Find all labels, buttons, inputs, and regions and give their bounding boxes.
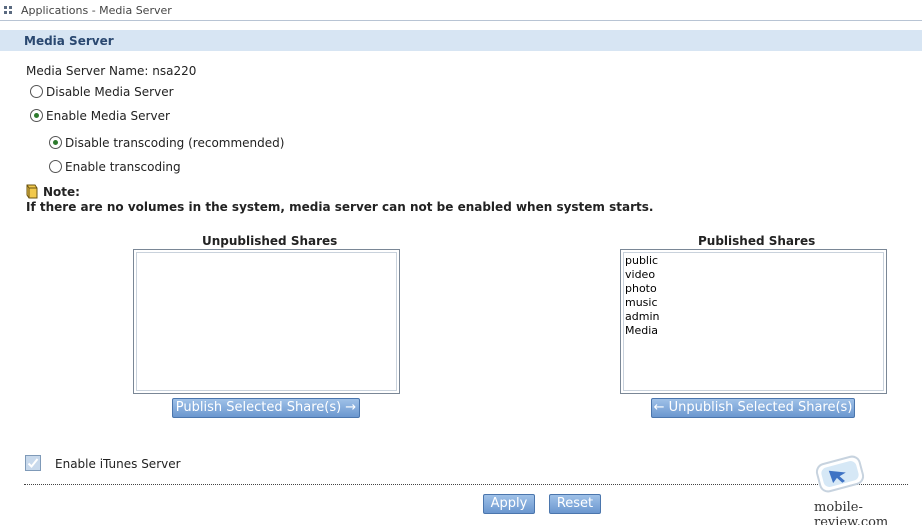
unpublished-shares-header: Unpublished Shares — [202, 234, 338, 248]
grid-icon — [4, 6, 12, 14]
radio-label-disable-media-server: Disable Media Server — [46, 85, 174, 99]
listbox-inner — [136, 252, 397, 391]
list-item[interactable]: music — [625, 296, 658, 309]
list-item[interactable]: photo — [625, 282, 657, 295]
list-item[interactable]: public — [625, 254, 658, 267]
note-title: Note: — [43, 185, 80, 199]
section-title: Media Server — [24, 34, 114, 48]
checkmark-icon — [27, 458, 39, 468]
radio-enable-transcoding[interactable] — [49, 160, 62, 173]
radio-disable-transcoding[interactable] — [49, 136, 62, 149]
published-shares-list[interactable]: public video photo music admin Media — [620, 249, 887, 394]
listbox-inner — [623, 252, 884, 391]
section-header: Media Server — [0, 30, 922, 51]
note-text: If there are no volumes in the system, m… — [26, 200, 654, 214]
radio-label-disable-transcoding: Disable transcoding (recommended) — [65, 136, 285, 150]
radio-label-enable-media-server: Enable Media Server — [46, 109, 170, 123]
note-icon — [25, 184, 39, 199]
itunes-server-checkbox[interactable] — [25, 455, 41, 471]
unpublished-shares-list[interactable] — [133, 249, 400, 394]
apply-button[interactable]: Apply — [483, 494, 535, 514]
radio-disable-media-server[interactable] — [30, 85, 43, 98]
list-item[interactable]: video — [625, 268, 655, 281]
list-item[interactable]: Media — [625, 324, 658, 337]
media-server-name: Media Server Name: nsa220 — [26, 64, 197, 78]
reset-button[interactable]: Reset — [549, 494, 601, 514]
watermark-text: mobile-review.com — [814, 500, 889, 525]
list-item[interactable]: admin — [625, 310, 659, 323]
window-titlebar: Applications - Media Server — [0, 0, 922, 21]
published-shares-header: Published Shares — [698, 234, 816, 248]
watermark-logo-icon — [812, 452, 868, 496]
window-title: Applications - Media Server — [21, 4, 172, 17]
divider — [24, 484, 908, 485]
itunes-server-label: Enable iTunes Server — [55, 457, 181, 471]
publish-shares-button[interactable]: Publish Selected Share(s) → — [172, 398, 360, 418]
unpublish-shares-button[interactable]: ← Unpublish Selected Share(s) — [651, 398, 855, 418]
radio-label-enable-transcoding: Enable transcoding — [65, 160, 181, 174]
radio-enable-media-server[interactable] — [30, 109, 43, 122]
